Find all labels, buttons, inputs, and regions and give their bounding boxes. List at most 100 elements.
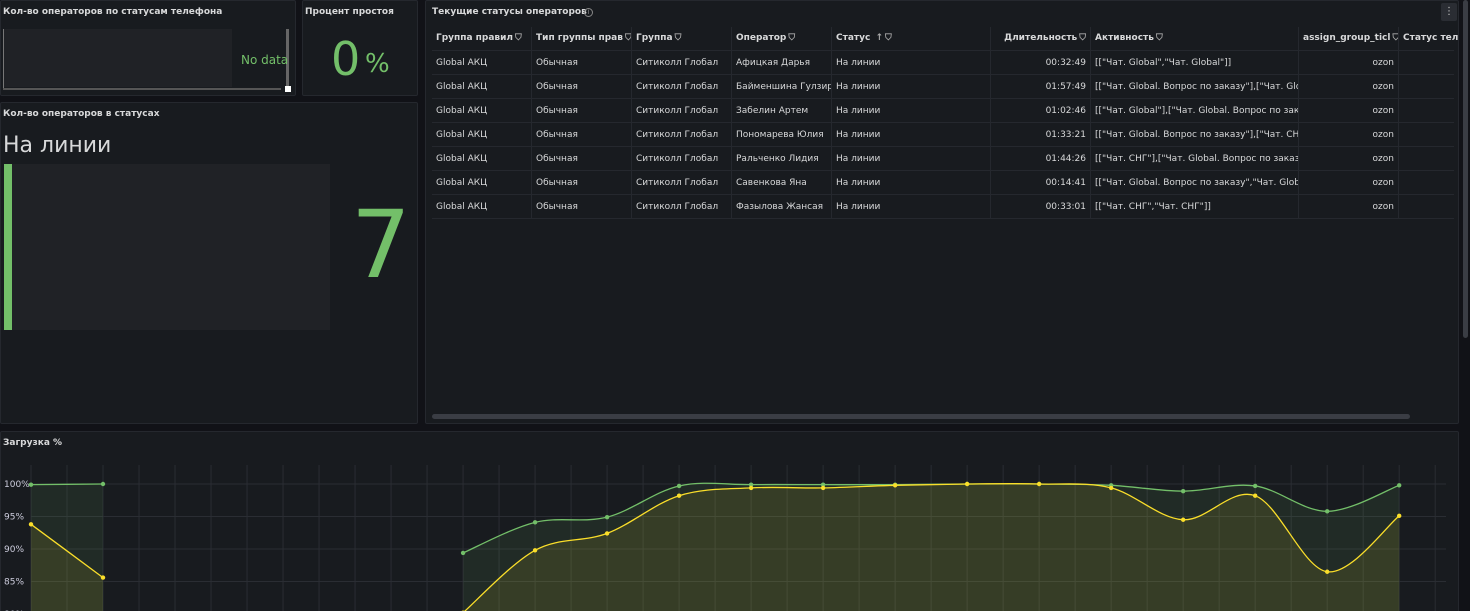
table-cell: Обычная bbox=[532, 147, 632, 171]
filter-icon[interactable]: ⛉ bbox=[1079, 27, 1086, 49]
filter-icon[interactable]: ⛉ bbox=[625, 27, 631, 49]
table-cell: ozon bbox=[1299, 123, 1399, 147]
status-count: 7 bbox=[351, 191, 411, 300]
data-point[interactable] bbox=[604, 514, 610, 520]
data-point[interactable] bbox=[28, 482, 34, 487]
data-point[interactable] bbox=[100, 481, 106, 487]
data-point[interactable] bbox=[28, 522, 34, 527]
table-cell: ozon bbox=[1299, 99, 1399, 123]
data-point[interactable] bbox=[100, 575, 106, 580]
data-point[interactable] bbox=[1252, 483, 1258, 489]
filter-icon[interactable]: ⛉ bbox=[675, 27, 682, 49]
data-point[interactable] bbox=[1180, 488, 1186, 494]
table-cell: [["Чат. СНГ"],["Чат. Global. Вопрос по з… bbox=[1091, 147, 1299, 171]
table-cell: Global АКЦ bbox=[432, 195, 532, 219]
table-cell: Обычная bbox=[532, 123, 632, 147]
filter-icon[interactable]: ⛉ bbox=[788, 27, 795, 49]
table-cell bbox=[1399, 99, 1458, 123]
data-point[interactable] bbox=[604, 531, 610, 536]
panel-title[interactable]: Процент простоя bbox=[305, 7, 394, 17]
gauge-bar-fill bbox=[4, 164, 12, 330]
page-vertical-scrollbar[interactable] bbox=[1463, 0, 1468, 338]
data-point[interactable] bbox=[1324, 509, 1330, 514]
column-header[interactable]: Оператор ⛉ bbox=[732, 27, 832, 51]
data-point[interactable] bbox=[1036, 481, 1042, 487]
horizontal-scrollbar[interactable] bbox=[432, 414, 1410, 419]
table-cell: Пономарева Юлия bbox=[732, 123, 832, 147]
panel-title[interactable]: Текущие статусы операторов bbox=[432, 7, 587, 17]
table-cell: [["Чат. Global. Вопрос по заказу"],["Чат… bbox=[1091, 123, 1299, 147]
data-point[interactable] bbox=[676, 493, 682, 498]
panel-title[interactable]: Кол-во операторов в статусах bbox=[3, 109, 160, 119]
data-point[interactable] bbox=[1396, 513, 1402, 519]
table-row[interactable]: Global АКЦ Обычная Ситиколл Глобал Афицкая … bbox=[432, 51, 1454, 75]
data-point[interactable] bbox=[748, 485, 754, 491]
data-point[interactable] bbox=[964, 481, 970, 487]
table-cell: Обычная bbox=[532, 195, 632, 219]
data-point[interactable] bbox=[460, 550, 466, 556]
data-point[interactable] bbox=[676, 483, 682, 489]
axis-line bbox=[3, 29, 4, 89]
table-row[interactable]: Global АКЦ Обычная Ситиколл Глобал Забелин … bbox=[432, 99, 1454, 123]
idle-percent-panel: Процент простоя 0 % bbox=[302, 0, 418, 96]
column-header[interactable]: Статус теле bbox=[1399, 27, 1458, 51]
filter-icon[interactable]: ⛉ bbox=[1156, 27, 1163, 49]
table-cell: Байменшина Гулзира bbox=[732, 75, 832, 99]
table-cell: [["Чат. Global. Вопрос по заказу","Чат. … bbox=[1091, 171, 1299, 195]
info-icon[interactable]: i bbox=[584, 8, 593, 17]
data-point[interactable] bbox=[892, 483, 898, 488]
series-area bbox=[464, 483, 1400, 611]
data-point[interactable] bbox=[1180, 517, 1186, 522]
panel-menu-icon[interactable]: ⋮ bbox=[1441, 3, 1457, 21]
table-row[interactable]: Global АКЦ Обычная Ситиколл Глобал Байменши… bbox=[432, 75, 1454, 99]
table-cell: На линии bbox=[832, 75, 991, 99]
data-point[interactable] bbox=[1252, 493, 1258, 498]
table-cell: Ситиколл Глобал bbox=[632, 99, 732, 123]
chart-area bbox=[4, 29, 232, 87]
data-point[interactable] bbox=[1396, 483, 1402, 488]
table-cell: Фазылова Жансая bbox=[732, 195, 832, 219]
column-header[interactable]: Группа правил ⛉ bbox=[432, 27, 532, 51]
horizontal-scrollbar[interactable] bbox=[3, 88, 281, 90]
column-header[interactable]: assign_group_ticl ⛉ bbox=[1299, 27, 1399, 51]
data-point[interactable] bbox=[1324, 569, 1330, 574]
filter-icon[interactable]: ⛉ bbox=[515, 27, 522, 49]
data-point[interactable] bbox=[532, 548, 538, 553]
table-cell: 01:44:26 bbox=[991, 147, 1091, 171]
table-cell: ozon bbox=[1299, 51, 1399, 75]
table-row[interactable]: Global АКЦ Обычная Ситиколл Глобал Фазылова… bbox=[432, 195, 1454, 219]
data-point[interactable] bbox=[532, 520, 538, 525]
column-header[interactable]: Длительность ⛉ bbox=[991, 27, 1091, 51]
resize-handle[interactable] bbox=[285, 86, 291, 92]
table-cell: Ситиколл Глобал bbox=[632, 51, 732, 75]
table-cell: На линии bbox=[832, 171, 991, 195]
column-header[interactable]: Активность ⛉ bbox=[1091, 27, 1299, 51]
load-chart: 100%95%90%85%80% bbox=[4, 465, 1446, 611]
table-cell: [["Чат. Global"],["Чат. Global. Вопрос п… bbox=[1091, 99, 1299, 123]
table-cell: Ситиколл Глобал bbox=[632, 171, 732, 195]
series-line[interactable] bbox=[30, 483, 104, 486]
panel-title[interactable]: Кол-во операторов по статусам телефона bbox=[3, 7, 222, 17]
table-cell: 00:33:01 bbox=[991, 195, 1091, 219]
table-cell: [["Чат. СНГ","Чат. СНГ"]] bbox=[1091, 195, 1299, 219]
table-cell: На линии bbox=[832, 99, 991, 123]
data-point[interactable] bbox=[1108, 485, 1114, 491]
table-row[interactable]: Global АКЦ Обычная Ситиколл Глобал Пономаре… bbox=[432, 123, 1454, 147]
column-header[interactable]: Статус ↑ ⛉ bbox=[832, 27, 991, 51]
phone-status-panel: Кол-во операторов по статусам телефона N… bbox=[0, 0, 296, 96]
table-cell: Обычная bbox=[532, 171, 632, 195]
column-header[interactable]: Группа ⛉ bbox=[632, 27, 732, 51]
table-row[interactable]: Global АКЦ Обычная Ситиколл Глобал Савенков… bbox=[432, 171, 1454, 195]
table-cell: Ситиколл Глобал bbox=[632, 195, 732, 219]
column-header-label: Длительность bbox=[1004, 33, 1078, 43]
table-cell: Global АКЦ bbox=[432, 147, 532, 171]
table-cell: ozon bbox=[1299, 171, 1399, 195]
table-row[interactable]: Global АКЦ Обычная Ситиколл Глобал Ральченк… bbox=[432, 147, 1454, 171]
column-header[interactable]: Тип группы прав ⛉ bbox=[532, 27, 632, 51]
filter-icon[interactable]: ⛉ bbox=[885, 27, 892, 49]
table-cell: Обычная bbox=[532, 75, 632, 99]
data-point[interactable] bbox=[820, 485, 826, 491]
operator-statuses-table-panel: Текущие статусы операторов i ⋮ Группа пр… bbox=[425, 0, 1459, 424]
table-cell bbox=[1399, 51, 1458, 75]
sort-asc-icon[interactable]: ↑ bbox=[875, 27, 883, 49]
